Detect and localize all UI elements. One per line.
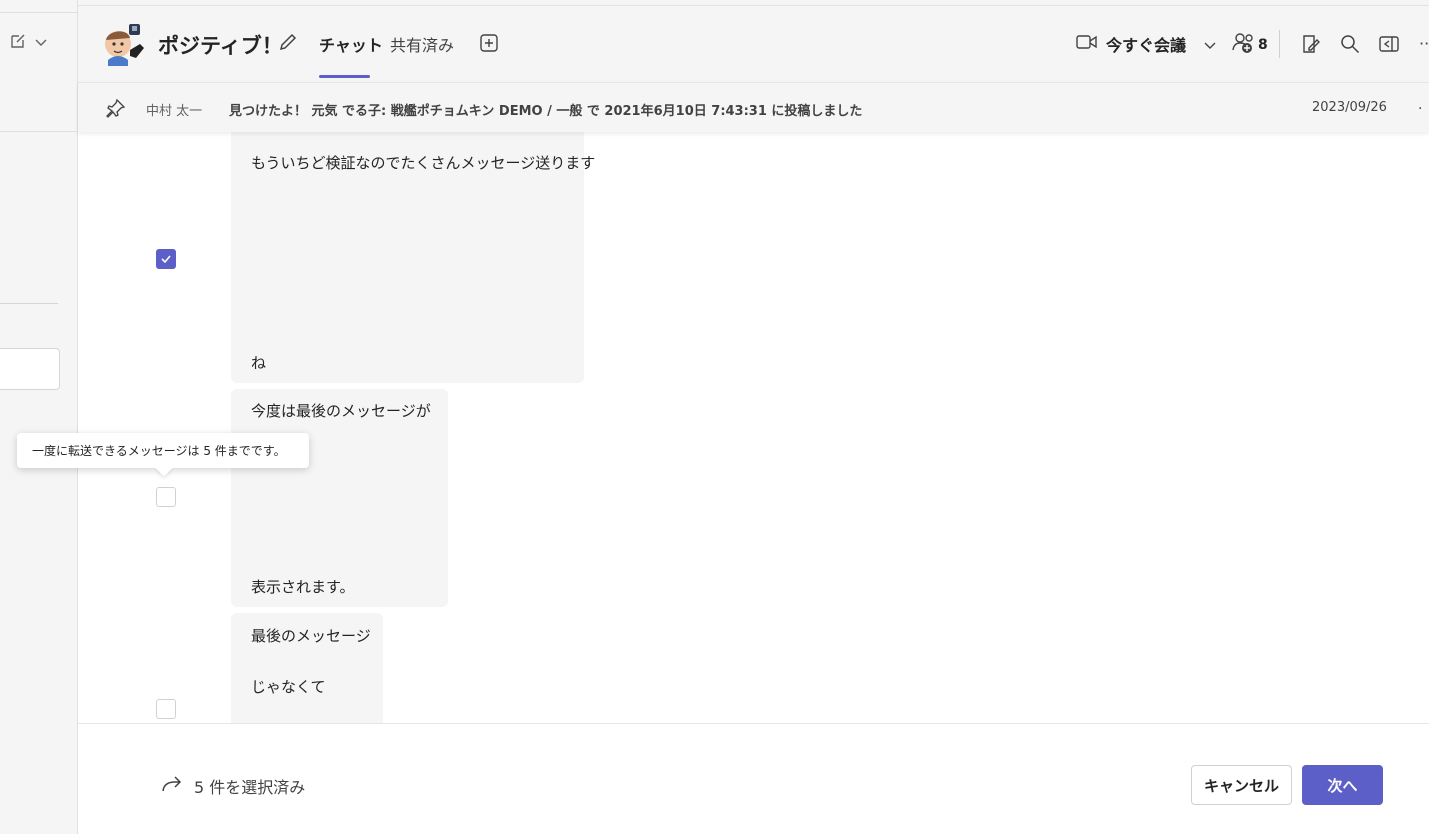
header-separator xyxy=(1279,30,1280,58)
message-line: もういちど検証なのでたくさんメッセージ送ります xyxy=(251,154,596,172)
participant-count: 8 xyxy=(1258,37,1268,53)
message-bubble[interactable]: もういちど検証なのでたくさんメッセージ送ります ね xyxy=(231,132,595,383)
pinned-author: 中村 太一 xyxy=(146,104,203,119)
meet-now-button[interactable]: 今すぐ会議 xyxy=(1076,32,1186,56)
active-tab-indicator xyxy=(319,75,370,78)
header-divider xyxy=(78,5,1429,6)
search-icon[interactable] xyxy=(1339,33,1361,59)
chat-title: ポジティブ！ xyxy=(158,34,283,58)
message-line: 今度は最後のメッセージが xyxy=(251,402,431,420)
selection-summary: 5 件を選択済み xyxy=(160,774,305,798)
pencil-icon[interactable] xyxy=(277,31,299,57)
message-line: ね xyxy=(251,354,267,372)
next-button[interactable]: 次へ xyxy=(1302,765,1383,805)
message-checkbox[interactable] xyxy=(156,487,176,507)
group-avatar[interactable] xyxy=(102,22,146,66)
people-icon xyxy=(1232,32,1256,58)
sidebar-divider xyxy=(0,12,78,13)
message-checkbox[interactable] xyxy=(156,249,176,269)
notes-icon[interactable] xyxy=(1300,33,1322,59)
tab-chat[interactable]: チャット xyxy=(319,32,383,56)
chat-header: ポジティブ！ チャット 共有済み 今すぐ会議 8 ·· xyxy=(78,0,1429,82)
message-bubble[interactable]: 今度は最後のメッセージが 表示されます。 xyxy=(231,389,448,607)
selected-count-text: 5 件を選択済み xyxy=(194,778,306,797)
message-list: もういちど検証なのでたくさんメッセージ送ります ね 今度は最後のメッセージが 表… xyxy=(78,132,1429,723)
cancel-button[interactable]: キャンセル xyxy=(1191,765,1292,805)
chevron-down-icon xyxy=(34,34,48,53)
message-line: 最後のメッセージ xyxy=(251,627,371,645)
forward-footer: 5 件を選択済み キャンセル 次へ xyxy=(78,723,1429,834)
forward-arrow-icon xyxy=(160,774,182,798)
message-line: 表示されます。 xyxy=(251,578,355,596)
left-sidebar xyxy=(0,0,78,834)
chevron-down-icon[interactable] xyxy=(1203,37,1217,56)
pinned-message-bar[interactable]: 中村 太一 見つけたよ！ 元気 でる子: 戦艦ポチョムキン DEMO / 一般 … xyxy=(78,82,1429,132)
sidebar-divider xyxy=(0,303,58,304)
sidebar-divider xyxy=(0,131,78,132)
message-checkbox[interactable] xyxy=(156,699,176,719)
new-chat-button[interactable] xyxy=(8,30,58,56)
forward-limit-tooltip: 一度に転送できるメッセージは 5 件までです。 xyxy=(17,433,309,468)
pinned-more-icon[interactable]: · xyxy=(1418,101,1422,117)
sidebar-search-box[interactable] xyxy=(0,348,60,390)
tab-shared[interactable]: 共有済み xyxy=(390,32,454,56)
message-line: じゃなくて xyxy=(251,678,326,696)
pinned-date: 2023/09/26 xyxy=(1312,100,1387,115)
more-options-icon[interactable]: ·· xyxy=(1419,34,1429,53)
pin-icon xyxy=(106,98,126,122)
pop-out-icon[interactable] xyxy=(1378,33,1400,59)
meet-now-label: 今すぐ会議 xyxy=(1106,36,1187,55)
add-tab-icon[interactable] xyxy=(479,33,499,57)
checkmark-icon xyxy=(161,255,171,264)
message-bubble[interactable]: 最後のメッセージ じゃなくて xyxy=(231,613,383,723)
participants-button[interactable]: 8 xyxy=(1232,32,1268,58)
video-camera-icon xyxy=(1076,33,1098,55)
pinned-text: 見つけたよ！ 元気 でる子: 戦艦ポチョムキン DEMO / 一般 で 2021… xyxy=(229,104,863,119)
compose-icon xyxy=(8,31,28,55)
